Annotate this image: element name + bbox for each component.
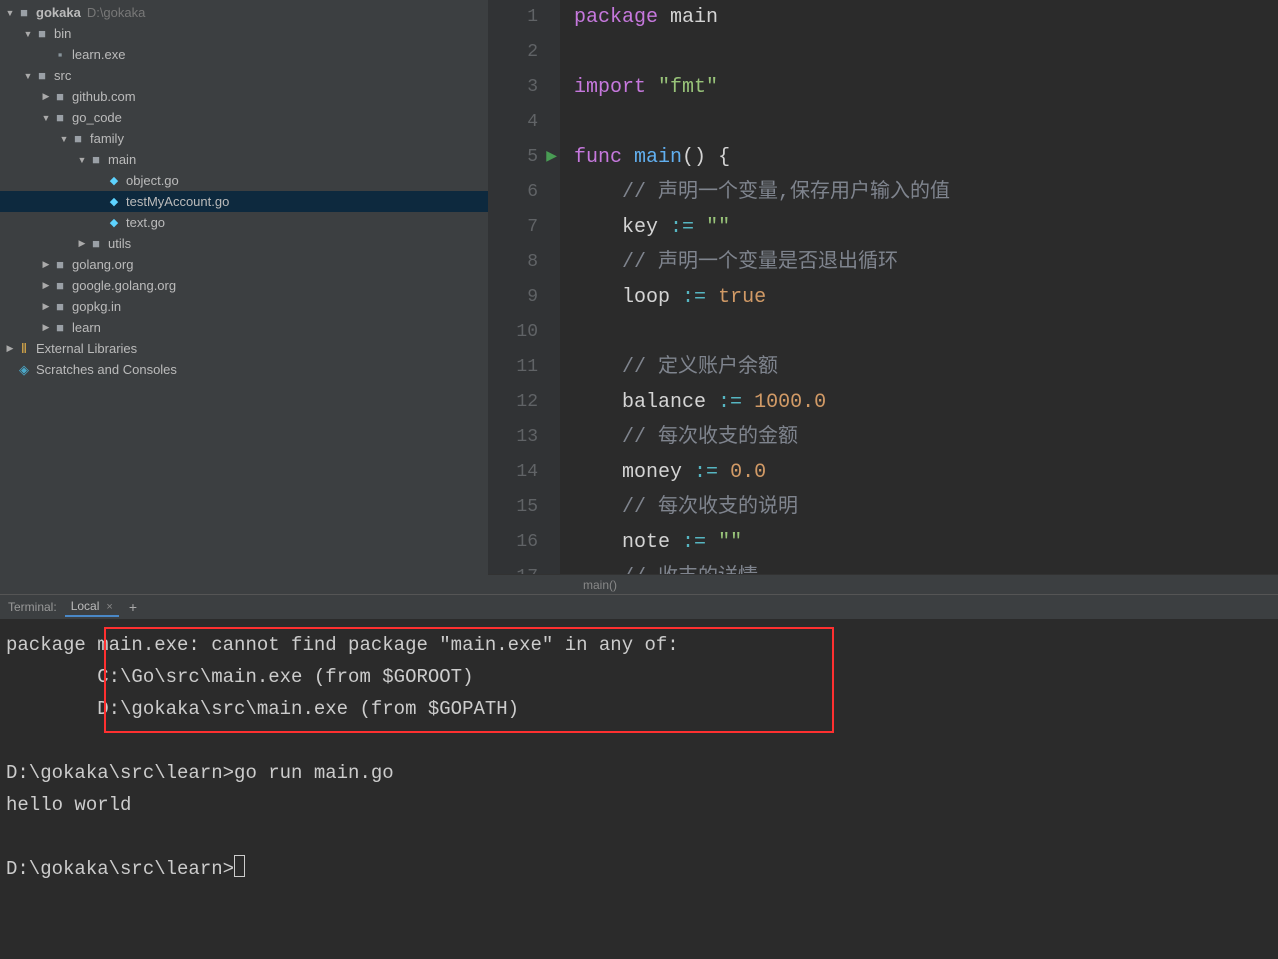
tree-item-label: learn xyxy=(72,320,101,335)
chevron-right-icon: ▶ xyxy=(40,301,52,312)
external-libraries-label: External Libraries xyxy=(36,341,137,356)
go-icon: ◆ xyxy=(106,195,122,208)
tree-item-label: go_code xyxy=(72,110,122,125)
chevron-down-icon: ▼ xyxy=(58,134,70,144)
tree-item-utils[interactable]: ▶■ utils xyxy=(0,233,488,254)
code-editor: 1 2 3 4 5▶ 6 7 8 9 10 11 12 13 14 15 16 … xyxy=(488,0,1278,594)
code-area[interactable]: package main import "fmt" func main() { … xyxy=(560,0,1278,574)
folder-icon: ■ xyxy=(34,68,50,83)
tree-item-label: utils xyxy=(108,236,131,251)
tree-item-label: object.go xyxy=(126,173,179,188)
chevron-down-icon: ▼ xyxy=(40,113,52,123)
folder-icon: ■ xyxy=(52,320,68,335)
tree-item-golang-org[interactable]: ▶■ golang.org xyxy=(0,254,488,275)
tree-item-label: main xyxy=(108,152,136,167)
chevron-down-icon: ▼ xyxy=(22,29,34,39)
folder-icon: ■ xyxy=(34,26,50,41)
libraries-icon: ⦀ xyxy=(16,341,32,357)
chevron-right-icon: ▶ xyxy=(40,91,52,102)
tree-item-family[interactable]: ▼■ family xyxy=(0,128,488,149)
tree-item-src[interactable]: ▼■ src xyxy=(0,65,488,86)
run-gutter-icon[interactable]: ▶ xyxy=(546,140,557,175)
terminal-output[interactable]: package main.exe: cannot find package "m… xyxy=(0,619,1278,959)
go-icon: ◆ xyxy=(106,174,122,187)
tree-item-label: google.golang.org xyxy=(72,278,176,293)
tree-item-label: src xyxy=(54,68,71,83)
terminal-cursor xyxy=(234,855,245,877)
tree-root[interactable]: ▼ ■ gokaka D:\gokaka xyxy=(0,2,488,23)
tree-item-label: testMyAccount.go xyxy=(126,194,229,209)
tree-root-path: D:\gokaka xyxy=(87,5,146,20)
external-libraries[interactable]: ▶ ⦀ External Libraries xyxy=(0,338,488,359)
folder-icon: ■ xyxy=(16,5,32,20)
breadcrumb[interactable]: main() xyxy=(488,574,1278,594)
folder-icon: ■ xyxy=(88,152,104,167)
tree-item-bin[interactable]: ▼■ bin xyxy=(0,23,488,44)
close-icon[interactable]: × xyxy=(103,601,112,613)
folder-icon: ■ xyxy=(52,278,68,293)
chevron-right-icon: ▶ xyxy=(40,259,52,270)
folder-icon: ■ xyxy=(52,110,68,125)
tree-root-label: gokaka xyxy=(36,5,81,20)
tree-item-label: github.com xyxy=(72,89,136,104)
folder-icon: ■ xyxy=(70,131,86,146)
terminal-label: Terminal: xyxy=(0,600,65,614)
terminal-tabs: Terminal: Local × + xyxy=(0,595,1278,619)
chevron-right-icon: ▶ xyxy=(4,343,16,354)
chevron-down-icon: ▼ xyxy=(22,71,34,81)
folder-icon: ■ xyxy=(88,236,104,251)
terminal-tab-local[interactable]: Local × xyxy=(65,597,119,617)
tree-item-learn[interactable]: ▶■ learn xyxy=(0,317,488,338)
tree-item-google-golang-org[interactable]: ▶■ google.golang.org xyxy=(0,275,488,296)
add-terminal-button[interactable]: + xyxy=(129,599,137,615)
folder-icon: ■ xyxy=(52,299,68,314)
chevron-right-icon: ▶ xyxy=(76,238,88,249)
tree-item-main[interactable]: ▼■ main xyxy=(0,149,488,170)
tree-item-github-com[interactable]: ▶■ github.com xyxy=(0,86,488,107)
chevron-right-icon: ▶ xyxy=(40,322,52,333)
terminal-panel: Terminal: Local × + package main.exe: ca… xyxy=(0,594,1278,959)
folder-icon: ■ xyxy=(52,257,68,272)
tree-item-text-go[interactable]: ◆ text.go xyxy=(0,212,488,233)
tree-item-label: learn.exe xyxy=(72,47,125,62)
tree-item-label: golang.org xyxy=(72,257,133,272)
tree-item-label: gopkg.in xyxy=(72,299,121,314)
project-tree: ▼ ■ gokaka D:\gokaka ▼■bin▪learn.exe▼■sr… xyxy=(0,0,488,594)
tree-item-object-go[interactable]: ◆ object.go xyxy=(0,170,488,191)
chevron-right-icon: ▶ xyxy=(40,280,52,291)
chevron-down-icon: ▼ xyxy=(4,8,16,18)
tree-item-label: bin xyxy=(54,26,71,41)
folder-icon: ■ xyxy=(52,89,68,104)
line-gutter: 1 2 3 4 5▶ 6 7 8 9 10 11 12 13 14 15 16 … xyxy=(488,0,560,574)
go-icon: ◆ xyxy=(106,216,122,229)
scratches-consoles[interactable]: ◈ Scratches and Consoles xyxy=(0,359,488,380)
tree-item-label: text.go xyxy=(126,215,165,230)
chevron-down-icon: ▼ xyxy=(76,155,88,165)
scratches-label: Scratches and Consoles xyxy=(36,362,177,377)
exe-icon: ▪ xyxy=(52,47,68,62)
scratches-icon: ◈ xyxy=(16,362,32,378)
tree-item-go_code[interactable]: ▼■ go_code xyxy=(0,107,488,128)
tree-item-gopkg-in[interactable]: ▶■ gopkg.in xyxy=(0,296,488,317)
tree-item-learn-exe[interactable]: ▪ learn.exe xyxy=(0,44,488,65)
tree-item-testMyAccount-go[interactable]: ◆ testMyAccount.go xyxy=(0,191,488,212)
tree-item-label: family xyxy=(90,131,124,146)
